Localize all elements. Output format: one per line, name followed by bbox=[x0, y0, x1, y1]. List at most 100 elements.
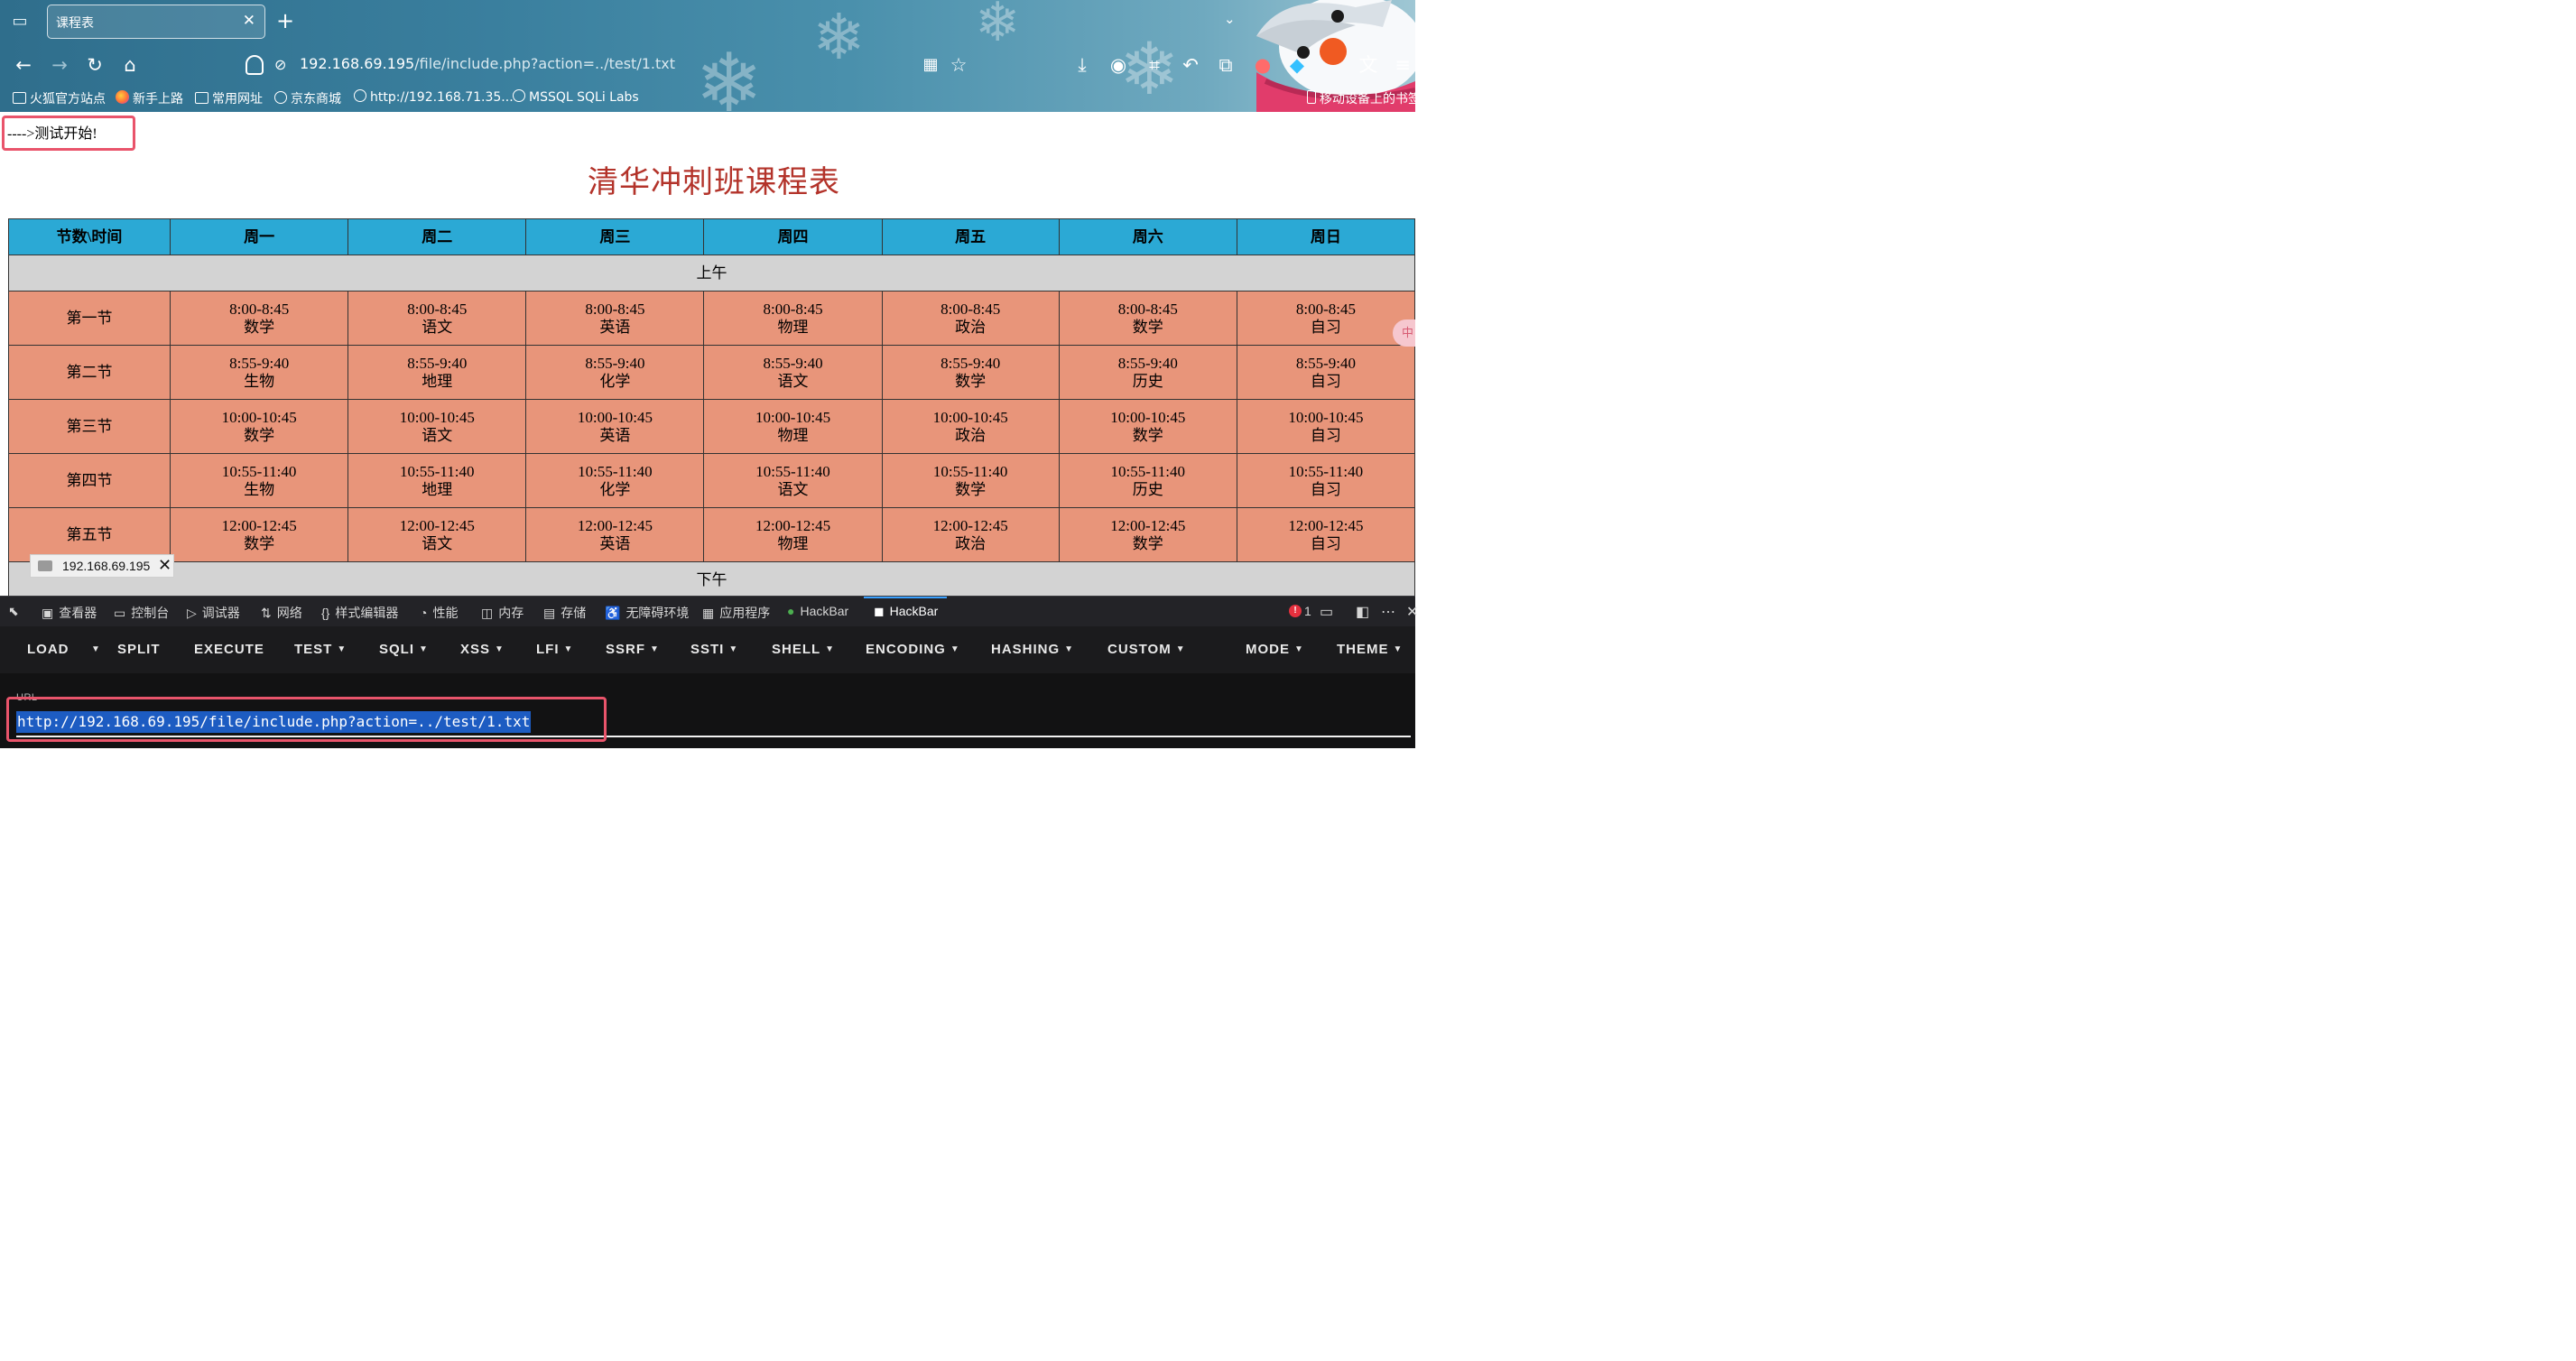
lfi-menu[interactable]: LFI ▼ bbox=[536, 642, 573, 657]
split-button[interactable]: SPLIT bbox=[117, 642, 161, 657]
lesson-subject: 数学 bbox=[244, 426, 275, 444]
screenshot-icon[interactable]: ⌗ bbox=[1142, 52, 1167, 78]
account-icon[interactable]: ◉ bbox=[1106, 52, 1131, 78]
input-method-pill[interactable]: 中 bbox=[1393, 319, 1415, 347]
tab-console[interactable]: ▭ 控制台 bbox=[114, 604, 169, 622]
header-cell-day: 周六 bbox=[1058, 218, 1237, 255]
bookmark-item[interactable]: MSSQL SQLi Labs bbox=[513, 89, 639, 105]
xss-menu[interactable]: XSS ▼ bbox=[460, 642, 505, 657]
tab-accessibility[interactable]: ♿ 无障碍环境 bbox=[605, 604, 689, 622]
lesson-cell: 10:55-11:40 生物 bbox=[170, 453, 349, 508]
download-chip[interactable]: 192.168.69.195 ✕ bbox=[30, 554, 174, 578]
caret-down-icon: ▼ bbox=[337, 644, 347, 654]
tab-memory[interactable]: ◫ 内存 bbox=[481, 604, 524, 622]
lesson-cell: 10:55-11:40 地理 bbox=[347, 453, 527, 508]
lesson-subject: 英语 bbox=[599, 318, 631, 336]
mobile-bookmarks[interactable]: 移动设备上的书签 bbox=[1307, 89, 1415, 107]
ssti-menu[interactable]: SSTI ▼ bbox=[690, 642, 738, 657]
ssrf-menu[interactable]: SSRF ▼ bbox=[606, 642, 660, 657]
proxy-extension-icon[interactable]: ◆ bbox=[1284, 52, 1310, 78]
tab-hackbar-legacy[interactable]: ● HackBar bbox=[787, 604, 848, 618]
element-picker-icon[interactable]: ⬉ bbox=[8, 604, 19, 619]
bookmarks-toolbar: 火狐官方站点 新手上路 常用网址 京东商城 http://192.168.71.… bbox=[0, 87, 1415, 110]
lesson-time: 8:00-8:45 bbox=[941, 300, 1001, 318]
address-bar[interactable]: ⊘ 192.168.69.195/file/include.php?action… bbox=[242, 51, 982, 79]
lesson-cell: 12:00-12:45 数学 bbox=[1058, 507, 1237, 562]
shell-menu[interactable]: SHELL ▼ bbox=[772, 642, 835, 657]
lesson-time: 10:00-10:45 bbox=[755, 408, 831, 426]
error-icon[interactable]: ! bbox=[1289, 605, 1302, 617]
tab-hackbar[interactable]: ◼ HackBar bbox=[874, 604, 938, 619]
theme-menu[interactable]: THEME ▼ bbox=[1337, 642, 1403, 657]
lesson-subject: 地理 bbox=[422, 480, 453, 498]
bookmark-folder[interactable]: 常用网址 bbox=[195, 89, 263, 107]
forward-icon[interactable]: → bbox=[47, 52, 72, 78]
debugger-icon: ▷ bbox=[187, 606, 197, 620]
encoding-menu[interactable]: ENCODING ▼ bbox=[866, 642, 960, 657]
translate-icon[interactable]: 文 bbox=[1356, 52, 1381, 78]
tab-list-icon[interactable]: ▭ bbox=[9, 11, 31, 32]
custom-menu[interactable]: CUSTOM ▼ bbox=[1107, 642, 1186, 657]
load-button[interactable]: LOAD bbox=[27, 642, 69, 657]
tab-application[interactable]: ▦ 应用程序 bbox=[702, 604, 770, 622]
lesson-subject: 生物 bbox=[244, 480, 275, 498]
reload-icon[interactable]: ↻ bbox=[82, 52, 107, 78]
tab-network[interactable]: ⇅ 网络 bbox=[261, 604, 302, 622]
test-menu[interactable]: TEST ▼ bbox=[294, 642, 347, 657]
url-text[interactable]: 192.168.69.195/file/include.php?action=.… bbox=[300, 55, 675, 72]
table-row: 第四节 10:55-11:40 生物 10:55-11:40 地理 10:55-11:40… bbox=[7, 453, 1415, 508]
lesson-subject: 化学 bbox=[599, 372, 631, 390]
tab-course-schedule[interactable]: 课程表 ✕ bbox=[47, 5, 265, 39]
tab-debugger[interactable]: ▷ 调试器 bbox=[187, 604, 240, 622]
menu-label: ENCODING bbox=[866, 642, 946, 657]
hackbar-body: URL http://192.168.69.195/file/include.p… bbox=[0, 673, 1415, 748]
table-header-row: 节数\时间 周一 周二 周三 周四 周五 周六 周日 bbox=[7, 218, 1415, 255]
tab-inspector[interactable]: ▣ 查看器 bbox=[42, 604, 97, 622]
console-icon: ▭ bbox=[114, 606, 126, 620]
tab-storage[interactable]: ▤ 存储 bbox=[543, 604, 586, 622]
highlight-box bbox=[6, 697, 607, 742]
shield-icon[interactable] bbox=[246, 55, 264, 75]
undo-icon[interactable]: ↶ bbox=[1178, 52, 1203, 78]
execute-button[interactable]: EXECUTE bbox=[194, 642, 264, 657]
dock-side-icon[interactable]: ◧ bbox=[1356, 603, 1369, 621]
sqli-menu[interactable]: SQLI ▼ bbox=[379, 642, 429, 657]
menu-label: THEME bbox=[1337, 642, 1389, 657]
table-row: 第三节 10:00-10:45 数学 10:00-10:45 语文 10:00-10:45… bbox=[7, 399, 1415, 454]
bookmark-item[interactable]: 新手上路 bbox=[116, 89, 183, 107]
lesson-cell: 12:00-12:45 数学 bbox=[170, 507, 349, 562]
adblock-extension-icon[interactable]: ● bbox=[1250, 52, 1275, 78]
menu-icon[interactable]: ≡ bbox=[1390, 52, 1415, 78]
list-all-tabs-icon[interactable]: ⌄ bbox=[1224, 11, 1236, 27]
hackbar-icon: ◼ bbox=[874, 604, 885, 618]
caret-down-icon: ▼ bbox=[950, 644, 960, 654]
close-devtools-icon[interactable]: ✕ bbox=[1406, 603, 1418, 621]
mode-menu[interactable]: MODE ▼ bbox=[1246, 642, 1304, 657]
back-icon[interactable]: ← bbox=[11, 52, 36, 78]
lesson-cell: 12:00-12:45 英语 bbox=[525, 507, 705, 562]
caret-down-icon: ▼ bbox=[1294, 644, 1304, 654]
insecure-connection-icon[interactable]: ⊘ bbox=[274, 56, 286, 73]
table-row: 第五节 12:00-12:45 数学 12:00-12:45 语文 12:00-12:45… bbox=[7, 507, 1415, 562]
load-options-dropdown[interactable]: ▼ bbox=[87, 642, 101, 657]
bookmark-item[interactable]: 京东商城 bbox=[274, 89, 341, 107]
bookmark-folder[interactable]: 火狐官方站点 bbox=[13, 89, 106, 107]
more-options-icon[interactable]: ⋯ bbox=[1381, 603, 1395, 621]
responsive-design-icon[interactable]: ▭ bbox=[1320, 603, 1333, 621]
mobile-device-icon bbox=[1307, 90, 1316, 104]
extensions-icon[interactable]: ⧉ bbox=[1213, 52, 1238, 78]
close-tab-icon[interactable]: ✕ bbox=[243, 12, 255, 30]
close-icon[interactable]: ✕ bbox=[158, 556, 171, 575]
hashing-menu[interactable]: HASHING ▼ bbox=[991, 642, 1074, 657]
bookmark-star-icon[interactable]: ☆ bbox=[946, 52, 971, 78]
lesson-time: 8:00-8:45 bbox=[229, 300, 290, 318]
lesson-cell: 10:00-10:45 政治 bbox=[881, 399, 1060, 454]
bookmark-item[interactable]: http://192.168.71.35... bbox=[354, 89, 514, 105]
tab-style-editor[interactable]: {} 样式编辑器 bbox=[321, 604, 398, 622]
lesson-time: 12:00-12:45 bbox=[399, 516, 475, 534]
qr-code-icon[interactable]: ▦ bbox=[918, 52, 943, 78]
home-icon[interactable]: ⌂ bbox=[117, 52, 143, 78]
new-tab-icon[interactable]: + bbox=[276, 9, 294, 32]
tab-performance[interactable]: ◔ 性能 bbox=[420, 604, 458, 622]
downloads-icon[interactable]: ⤓ bbox=[1070, 52, 1095, 78]
